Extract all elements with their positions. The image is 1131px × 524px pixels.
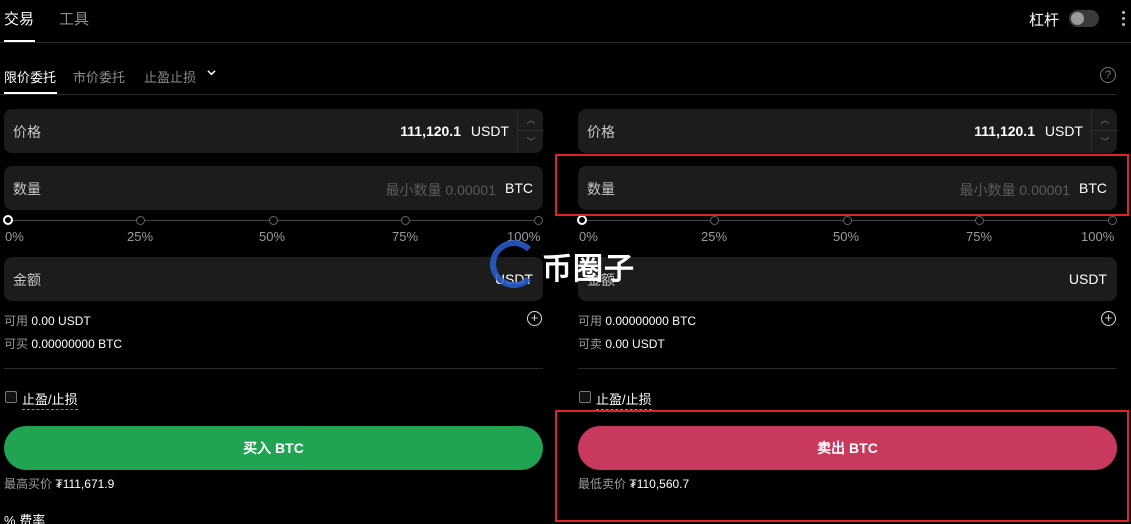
sell-separator xyxy=(578,368,1117,369)
buy-quantity-unit: BTC xyxy=(505,180,533,196)
sell-tpsl-label[interactable]: 止盈/止损 xyxy=(596,389,652,410)
chevron-down-icon[interactable]: ﹀ xyxy=(518,131,544,153)
sell-slider-stop[interactable] xyxy=(710,216,719,225)
annotation-highlight-quantity xyxy=(555,154,1129,216)
sell-tpsl-checkbox[interactable] xyxy=(579,391,591,403)
buy-separator xyxy=(4,368,543,369)
buy-price-stepper[interactable]: ︿ ﹀ xyxy=(517,109,544,153)
buy-available-label: 可用 xyxy=(4,314,29,328)
sell-tick-label: 25% xyxy=(701,229,728,244)
buy-tick-label: 25% xyxy=(127,229,154,244)
help-icon[interactable]: ? xyxy=(1100,67,1116,83)
sell-slider-stop[interactable] xyxy=(1108,216,1117,225)
best-bid: 最高买价 ₮111,671.9 xyxy=(4,475,114,492)
buy-max: 可买 0.00000000 BTC xyxy=(4,335,122,352)
buy-quantity-label: 数量 xyxy=(13,181,41,197)
buy-max-label: 可买 xyxy=(4,337,29,351)
buy-quantity-field[interactable]: 数量 最小数量 0.00001 BTC xyxy=(4,166,543,210)
chevron-down-icon[interactable] xyxy=(207,68,216,77)
sell-available-label: 可用 xyxy=(578,314,603,328)
fee-rate-label: 费率 xyxy=(19,513,46,524)
toggle-knob xyxy=(1071,12,1084,25)
best-bid-value: ₮111,671.9 xyxy=(55,477,115,491)
buy-available: 可用 0.00 USDT xyxy=(4,312,91,329)
sell-slider-stop[interactable] xyxy=(975,216,984,225)
buy-price-unit: USDT xyxy=(470,123,509,139)
watermark-text: 币圈子 xyxy=(542,253,635,286)
sell-max: 可卖 0.00 USDT xyxy=(578,335,665,352)
buy-tick-label: 50% xyxy=(259,229,286,244)
tab-trade[interactable]: 交易 xyxy=(4,8,34,29)
buy-quantity-input[interactable]: 最小数量 0.00001 xyxy=(386,180,497,200)
buy-amount-label: 金额 xyxy=(13,272,41,288)
buy-max-value: 0.00000000 BTC xyxy=(31,337,123,351)
buy-slider-handle[interactable] xyxy=(3,215,13,225)
sell-price-value[interactable]: 111,120.1 xyxy=(974,123,1035,139)
sell-slider-stop[interactable] xyxy=(843,216,852,225)
sell-price-label: 价格 xyxy=(587,124,615,140)
sell-available: 可用 0.00000000 BTC xyxy=(578,312,696,329)
annotation-highlight-sell-button xyxy=(555,410,1129,522)
watermark-logo: 币圈子 xyxy=(490,238,640,288)
tab-tools[interactable]: 工具 xyxy=(59,8,89,29)
leverage-toggle[interactable] xyxy=(1069,10,1099,27)
buy-slider-stop[interactable] xyxy=(136,216,145,225)
sell-tick-label: 75% xyxy=(966,229,993,244)
buy-slider-stop[interactable] xyxy=(534,216,543,225)
fee-rate[interactable]: % 费率 xyxy=(4,510,45,524)
sell-price-stepper[interactable]: ︿ ﹀ xyxy=(1091,109,1118,153)
order-tab-divider xyxy=(0,94,1117,95)
chevron-up-icon[interactable]: ︿ xyxy=(518,109,544,131)
buy-tpsl-label[interactable]: 止盈/止损 xyxy=(22,389,78,410)
tab-tpsl-order[interactable]: 止盈止损 xyxy=(144,67,196,86)
buy-tick-label: 0% xyxy=(5,229,24,244)
buy-price-field[interactable]: 价格 111,120.1 USDT ︿ ﹀ xyxy=(4,109,544,153)
chevron-down-icon[interactable]: ﹀ xyxy=(1092,131,1118,153)
best-bid-label: 最高买价 xyxy=(4,477,53,491)
buy-tpsl-checkbox[interactable] xyxy=(5,391,17,403)
tab-market-order[interactable]: 市价委托 xyxy=(73,67,125,86)
leverage-label: 杠杆 xyxy=(1029,12,1060,29)
buy-price-value[interactable]: 111,120.1 xyxy=(400,123,461,139)
sell-price-field[interactable]: 价格 111,120.1 USDT ︿ ﹀ xyxy=(578,109,1118,153)
buy-amount-field[interactable]: 金额 USDT xyxy=(4,257,543,301)
buy-tick-label: 75% xyxy=(392,229,419,244)
buy-slider-stop[interactable] xyxy=(269,216,278,225)
deposit-plus-icon[interactable]: + xyxy=(1101,311,1116,326)
sell-available-value: 0.00000000 BTC xyxy=(605,314,697,328)
sell-tick-label: 50% xyxy=(833,229,860,244)
sell-tick-label: 100% xyxy=(1081,229,1115,244)
top-divider xyxy=(0,42,1131,43)
buy-available-value: 0.00 USDT xyxy=(31,314,91,328)
watermark-circle-icon xyxy=(490,240,538,288)
buy-price-label: 价格 xyxy=(13,124,41,140)
more-menu-icon[interactable] xyxy=(1122,11,1126,27)
sell-max-label: 可卖 xyxy=(578,337,603,351)
buy-slider-stop[interactable] xyxy=(401,216,410,225)
sell-amount-unit: USDT xyxy=(1068,271,1107,287)
sell-max-value: 0.00 USDT xyxy=(605,337,665,351)
deposit-plus-icon[interactable]: + xyxy=(527,311,542,326)
percent-icon: % xyxy=(4,513,16,524)
sell-price-unit: USDT xyxy=(1044,123,1083,139)
chevron-up-icon[interactable]: ︿ xyxy=(1092,109,1118,131)
sell-amount-field[interactable]: 金额 USDT xyxy=(578,257,1117,301)
sell-slider-handle[interactable] xyxy=(577,215,587,225)
buy-button[interactable]: 买入 BTC xyxy=(4,426,543,470)
tab-limit-order[interactable]: 限价委托 xyxy=(4,67,56,86)
